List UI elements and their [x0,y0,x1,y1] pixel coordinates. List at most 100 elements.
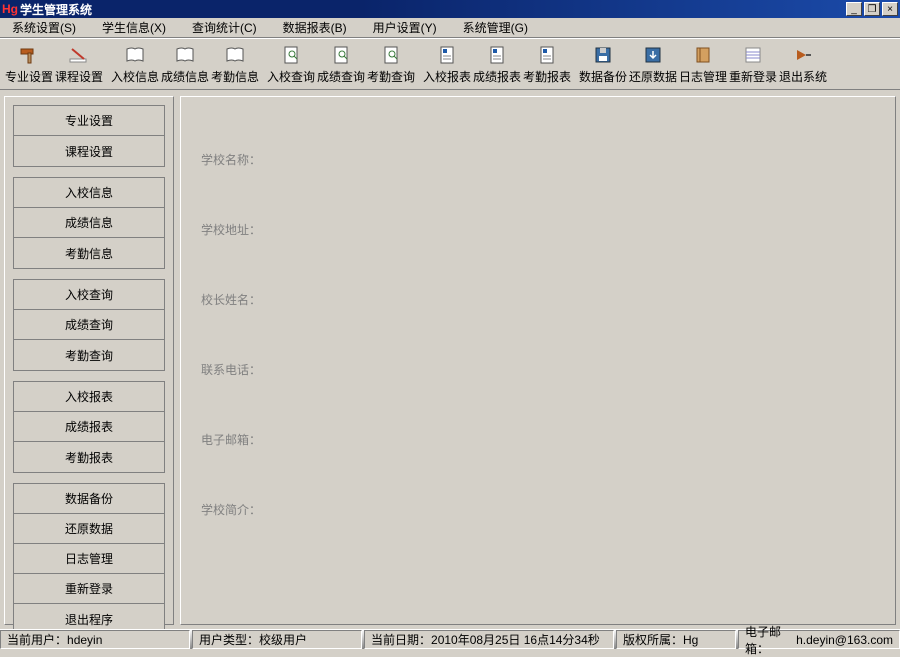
tb-label: 重新登录 [729,68,777,85]
tb-label: 专业设置 [5,68,53,85]
menu-admin[interactable]: 系统管理(G) [455,17,546,38]
report-icon [435,44,459,66]
tb-log[interactable]: 日志管理 [678,41,728,87]
report-icon [535,44,559,66]
tb-label: 考勤信息 [211,68,259,85]
side-group-2: 入校信息 成绩信息 考勤信息 [13,177,165,269]
side-relogin[interactable]: 重新登录 [14,574,164,604]
side-group-4: 入校报表 成绩报表 考勤报表 [13,381,165,473]
side-enroll-r[interactable]: 入校报表 [14,382,164,412]
tb-label: 成绩报表 [473,68,521,85]
tb-course[interactable]: 课程设置 [54,41,104,87]
status-email: 电子邮箱： h.deyin@163.com [738,630,900,649]
tb-backup[interactable]: 数据备份 [578,41,628,87]
book-icon [223,44,247,66]
side-grade[interactable]: 成绩信息 [14,208,164,238]
tb-label: 日志管理 [679,68,727,85]
tb-enroll[interactable]: 入校信息 [110,41,160,87]
side-group-1: 专业设置 课程设置 [13,105,165,167]
search-doc-icon [379,44,403,66]
pencil-icon [67,44,91,66]
status-user-label: 当前用户： [7,631,67,648]
minimize-button[interactable]: _ [846,2,862,16]
main-panel: 学校名称： 学校地址： 校长姓名： 联系电话： 电子邮箱： 学校简介： [180,96,896,625]
tb-restore[interactable]: 还原数据 [628,41,678,87]
tb-label: 成绩查询 [317,68,365,85]
body: 专业设置 课程设置 入校信息 成绩信息 考勤信息 入校查询 成绩查询 考勤查询 … [0,90,900,629]
status-user-value: hdeyin [67,633,102,647]
label-school-name: 学校名称： [201,151,261,168]
book-icon [123,44,147,66]
tb-label: 成绩信息 [161,68,209,85]
side-enroll-q[interactable]: 入校查询 [14,280,164,310]
search-doc-icon [279,44,303,66]
status-user: 当前用户： hdeyin [0,630,190,649]
tb-label: 还原数据 [629,68,677,85]
status-type-value: 校级用户 [259,631,307,648]
label-email: 电子邮箱： [201,431,261,448]
side-exit[interactable]: 退出程序 [14,604,164,629]
tb-grade-q[interactable]: 成绩查询 [316,41,366,87]
status-date-label: 当前日期： [371,631,431,648]
tb-attend-r[interactable]: 考勤报表 [522,41,572,87]
side-grade-r[interactable]: 成绩报表 [14,412,164,442]
side-backup[interactable]: 数据备份 [14,484,164,514]
side-attend-r[interactable]: 考勤报表 [14,442,164,472]
side-attend[interactable]: 考勤信息 [14,238,164,268]
side-panel: 专业设置 课程设置 入校信息 成绩信息 考勤信息 入校查询 成绩查询 考勤查询 … [4,96,174,625]
report-icon [485,44,509,66]
side-course[interactable]: 课程设置 [14,136,164,166]
tb-exit[interactable]: 退出系统 [778,41,828,87]
menu-user[interactable]: 用户设置(Y) [365,17,455,38]
tb-relogin[interactable]: 重新登录 [728,41,778,87]
status-mail-label: 电子邮箱： [745,623,796,657]
side-attend-q[interactable]: 考勤查询 [14,340,164,370]
note-icon [741,44,765,66]
side-major[interactable]: 专业设置 [14,106,164,136]
disk-icon [591,44,615,66]
titlebar: Hg 学生管理系统 _ ❐ × [0,0,900,18]
tb-attend[interactable]: 考勤信息 [210,41,260,87]
tb-label: 课程设置 [55,68,103,85]
tb-label: 入校查询 [267,68,315,85]
status-type-label: 用户类型： [199,631,259,648]
tb-label: 考勤查询 [367,68,415,85]
tb-grade[interactable]: 成绩信息 [160,41,210,87]
label-school-addr: 学校地址： [201,221,261,238]
menu-query[interactable]: 查询统计(C) [184,17,275,38]
tb-attend-q[interactable]: 考勤查询 [366,41,416,87]
window-title: 学生管理系统 [20,1,844,18]
toolbar: 专业设置 课程设置 入校信息 成绩信息 考勤信息 入校查询 成绩查询 考勤查询 … [0,38,900,90]
menu-student[interactable]: 学生信息(X) [94,17,184,38]
tb-enroll-q[interactable]: 入校查询 [266,41,316,87]
side-grade-q[interactable]: 成绩查询 [14,310,164,340]
restore-button[interactable]: ❐ [864,2,880,16]
status-type: 用户类型： 校级用户 [192,630,362,649]
side-restore[interactable]: 还原数据 [14,514,164,544]
close-button[interactable]: × [882,2,898,16]
side-enroll[interactable]: 入校信息 [14,178,164,208]
tb-label: 入校信息 [111,68,159,85]
notebook-icon [691,44,715,66]
side-log[interactable]: 日志管理 [14,544,164,574]
search-doc-icon [329,44,353,66]
label-phone: 联系电话： [201,361,261,378]
side-group-3: 入校查询 成绩查询 考勤查询 [13,279,165,371]
status-mail-value: h.deyin@163.com [796,633,893,647]
statusbar: 当前用户： hdeyin 用户类型： 校级用户 当前日期： 2010年08月25… [0,629,900,649]
status-copyright: 版权所属： Hg [616,630,736,649]
menu-system[interactable]: 系统设置(S) [4,17,94,38]
side-group-5: 数据备份 还原数据 日志管理 重新登录 退出程序 [13,483,165,629]
tb-major[interactable]: 专业设置 [4,41,54,87]
tb-label: 退出系统 [779,68,827,85]
label-intro: 学校简介： [201,501,261,518]
menubar: 系统设置(S) 学生信息(X) 查询统计(C) 数据报表(B) 用户设置(Y) … [0,18,900,38]
tb-grade-r[interactable]: 成绩报表 [472,41,522,87]
status-copy-value: Hg [683,633,698,647]
hammer-icon [17,44,41,66]
menu-report[interactable]: 数据报表(B) [275,17,365,38]
book-icon [173,44,197,66]
tb-label: 入校报表 [423,68,471,85]
status-date-value: 2010年08月25日 16点14分34秒 [431,631,600,648]
tb-enroll-r[interactable]: 入校报表 [422,41,472,87]
